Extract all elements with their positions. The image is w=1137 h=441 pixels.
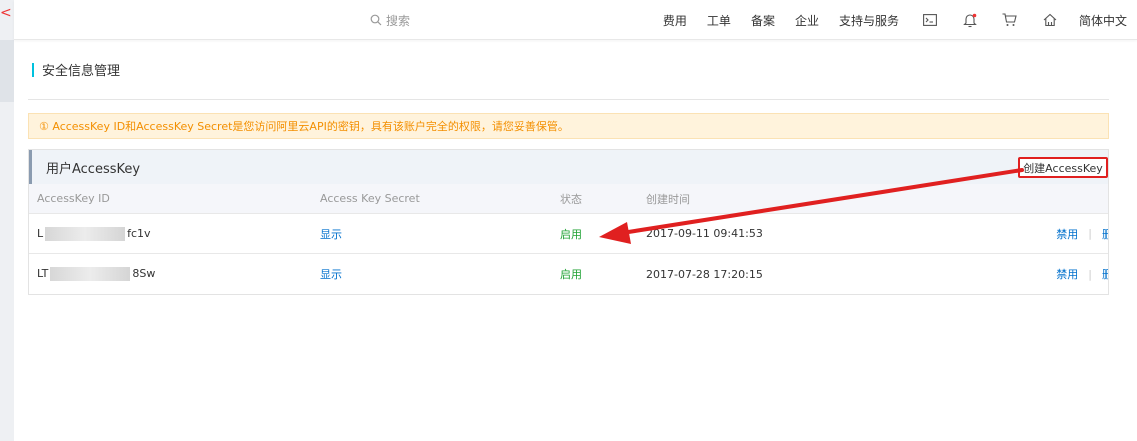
panel-title: 用户AccessKey bbox=[46, 161, 141, 177]
col-header-id: AccessKey ID bbox=[37, 192, 110, 205]
search-box[interactable]: 搜索 bbox=[370, 11, 410, 29]
created-time: 2017-07-28 17:20:15 bbox=[646, 267, 763, 281]
redacted-mask bbox=[50, 267, 131, 281]
brand-mark-icon: < bbox=[0, 5, 12, 21]
terminal-icon[interactable] bbox=[921, 11, 939, 29]
status-badge: 启用 bbox=[560, 227, 582, 241]
show-secret-link[interactable]: 显示 bbox=[320, 266, 342, 282]
col-header-status: 状态 bbox=[560, 192, 582, 206]
status-badge: 启用 bbox=[560, 268, 582, 281]
created-time: 2017-09-11 09:41:53 bbox=[646, 227, 763, 240]
table-row: Lfc1v 显示 启用 2017-09-11 09:41:53 禁用 | 删 bbox=[29, 214, 1108, 254]
disable-link[interactable]: 禁用 bbox=[1056, 266, 1078, 282]
table-header: AccessKey ID Access Key Secret 状态 创建时间 bbox=[29, 184, 1108, 214]
title-accent-bar bbox=[32, 62, 34, 77]
cart-icon[interactable] bbox=[1001, 11, 1019, 29]
accesskey-id: Lfc1v bbox=[37, 226, 151, 241]
left-rail: < bbox=[0, 0, 14, 441]
search-placeholder: 搜索 bbox=[386, 13, 411, 28]
home-icon[interactable] bbox=[1041, 11, 1059, 29]
warning-banner: ① AccessKey ID和AccessKey Secret是您访问阿里云AP… bbox=[28, 113, 1109, 139]
search-icon bbox=[370, 14, 382, 26]
nav-billing[interactable]: 费用 bbox=[663, 0, 687, 40]
left-rail-active-item[interactable] bbox=[0, 40, 14, 102]
disable-link[interactable]: 禁用 bbox=[1056, 226, 1078, 242]
accesskey-id: LT 8Sw bbox=[37, 267, 156, 281]
page-title-text: 安全信息管理 bbox=[42, 64, 121, 79]
panel-header: 用户AccessKey 创建AccessKey bbox=[29, 150, 1108, 184]
delete-link[interactable]: 删 bbox=[1102, 266, 1108, 282]
page-title: 安全信息管理 bbox=[28, 40, 1109, 100]
accesskey-panel: 用户AccessKey 创建AccessKey AccessKey ID Acc… bbox=[28, 149, 1109, 295]
warning-text: ① AccessKey ID和AccessKey Secret是您访问阿里云AP… bbox=[39, 120, 569, 133]
show-secret-link[interactable]: 显示 bbox=[320, 226, 342, 242]
language-switch[interactable]: 简体中文 bbox=[1079, 0, 1127, 40]
divider: | bbox=[1088, 227, 1092, 240]
nav-support[interactable]: 支持与服务 bbox=[839, 0, 899, 40]
top-nav: 费用 工单 备案 企业 支持与服务 简体中文 bbox=[643, 0, 1127, 40]
main-content: 安全信息管理 ① AccessKey ID和AccessKey Secret是您… bbox=[28, 40, 1137, 295]
table-row: LT 8Sw 显示 启用 2017-07-28 17:20:15 禁用 | 删 bbox=[29, 254, 1108, 294]
create-accesskey-button[interactable]: 创建AccessKey bbox=[1018, 157, 1108, 178]
delete-link[interactable]: 删 bbox=[1102, 226, 1108, 242]
row-actions: 禁用 | 删 bbox=[1056, 226, 1108, 242]
topbar: 搜索 费用 工单 备案 企业 支持与服务 简体中文 bbox=[14, 0, 1137, 40]
redacted-mask bbox=[45, 226, 126, 241]
row-actions: 禁用 | 删 bbox=[1056, 266, 1108, 282]
bell-icon[interactable] bbox=[961, 11, 979, 29]
divider: | bbox=[1088, 267, 1092, 281]
nav-filing[interactable]: 备案 bbox=[751, 0, 775, 40]
col-header-secret: Access Key Secret bbox=[320, 192, 420, 205]
col-header-created: 创建时间 bbox=[646, 192, 690, 206]
nav-tickets[interactable]: 工单 bbox=[707, 0, 731, 40]
nav-enterprise[interactable]: 企业 bbox=[795, 0, 819, 40]
